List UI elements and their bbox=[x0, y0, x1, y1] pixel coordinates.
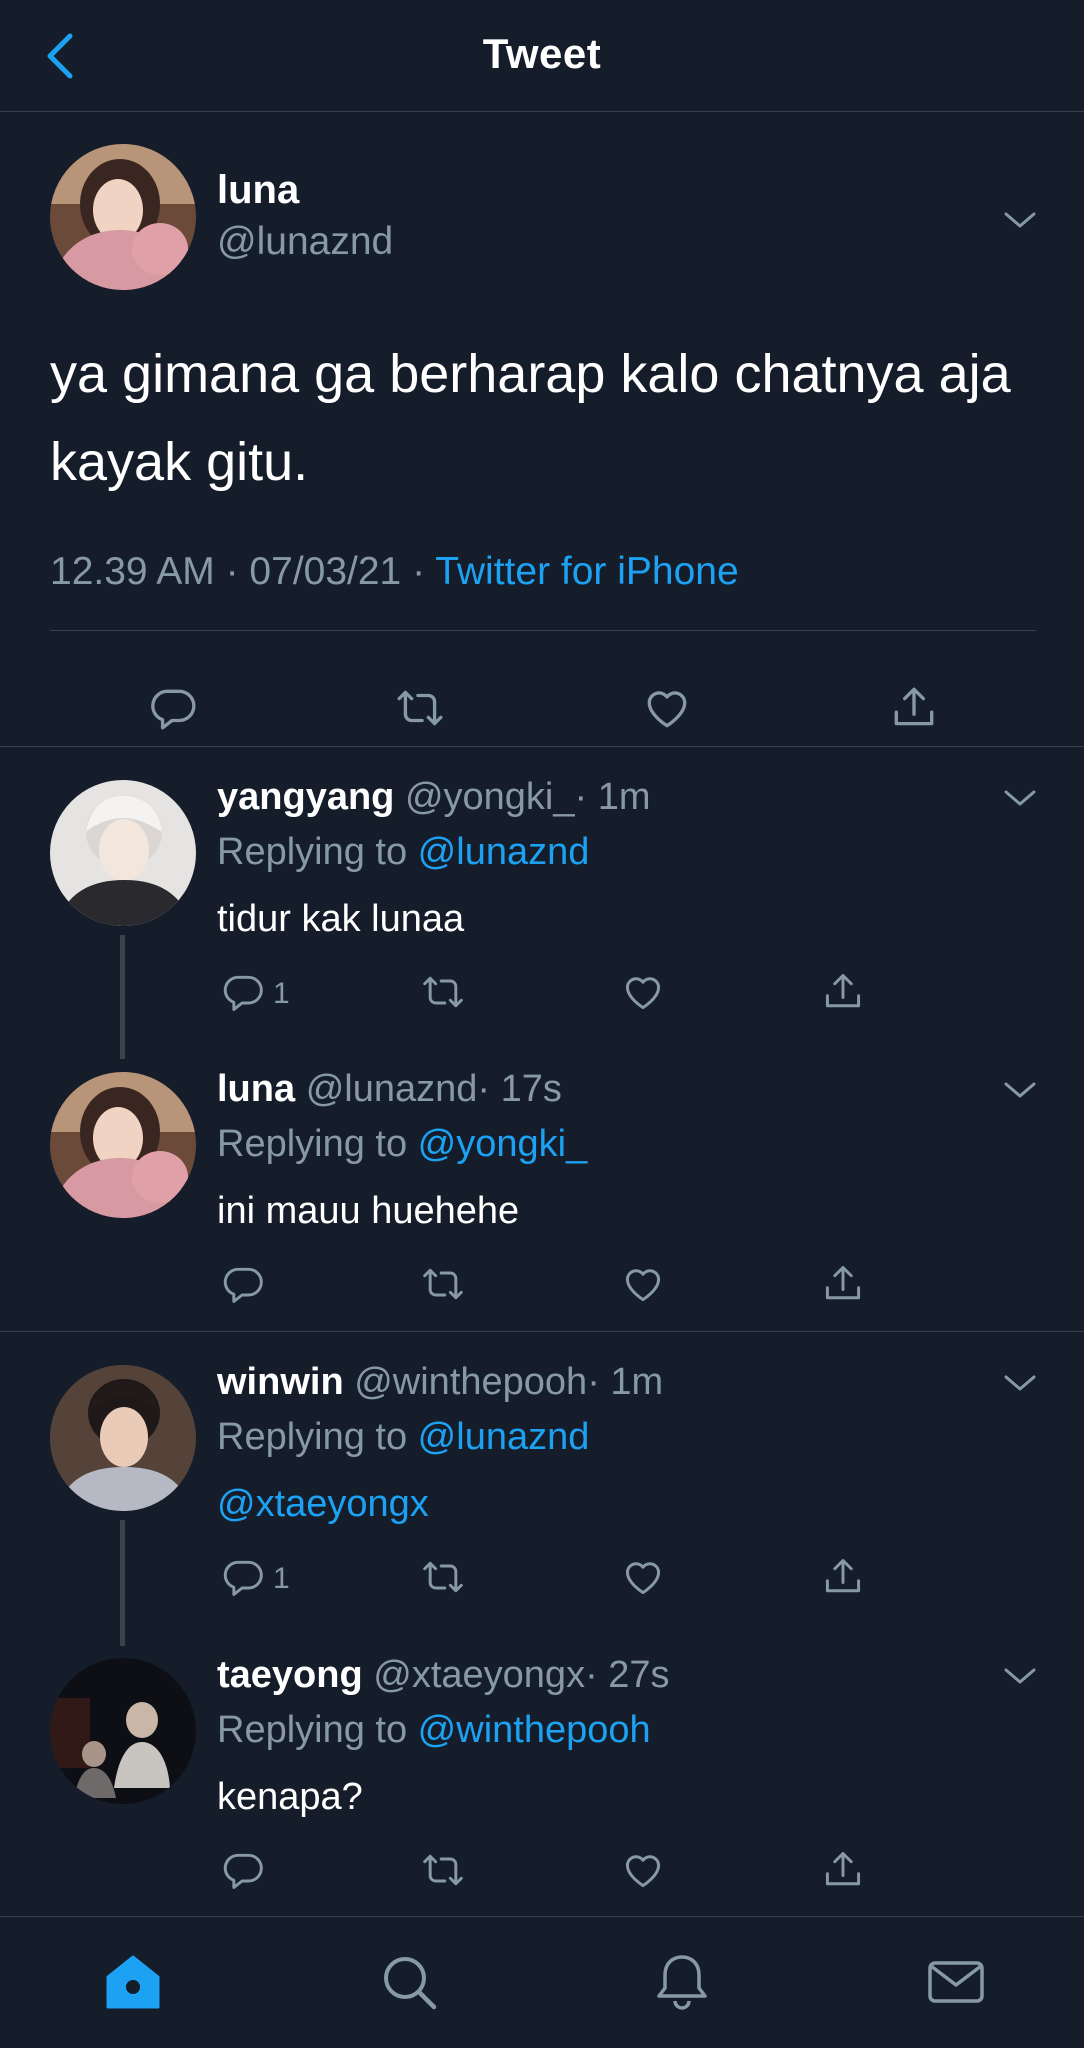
avatar-image bbox=[50, 144, 196, 290]
avatar-image bbox=[50, 1365, 196, 1511]
top-navigation-bar: Tweet bbox=[0, 0, 1084, 112]
retweet-icon[interactable] bbox=[421, 1262, 465, 1306]
chevron-down-icon[interactable] bbox=[1002, 1371, 1038, 1395]
reply-icon[interactable] bbox=[221, 1262, 265, 1306]
reply-author-name[interactable]: yangyang bbox=[217, 776, 394, 818]
replying-to-label: Replying to bbox=[217, 831, 418, 873]
retweet-icon[interactable] bbox=[421, 1555, 465, 1599]
reply-time: · 17s bbox=[477, 1068, 562, 1110]
reply-text: kenapa? bbox=[217, 1776, 363, 1818]
replying-to-mention[interactable]: @yongki_ bbox=[418, 1123, 588, 1165]
avatar[interactable] bbox=[50, 1658, 196, 1804]
replying-to-mention[interactable]: @lunaznd bbox=[418, 831, 590, 873]
bell-icon[interactable] bbox=[651, 1951, 713, 2013]
replying-to: Replying to @winthepooh bbox=[217, 1709, 651, 1752]
share-icon[interactable] bbox=[821, 1848, 865, 1892]
bottom-tab-bar bbox=[0, 1916, 1084, 2048]
reply-author-name[interactable]: luna bbox=[217, 1068, 295, 1110]
reply-header: luna @lunaznd· 17s bbox=[217, 1068, 562, 1111]
like-icon[interactable] bbox=[621, 1848, 665, 1892]
replying-to: Replying to @lunaznd bbox=[217, 831, 589, 874]
reply-author-handle[interactable]: @yongki_ bbox=[405, 776, 575, 818]
thread-connector-line bbox=[120, 1520, 125, 1646]
avatar[interactable] bbox=[50, 144, 196, 290]
author-handle[interactable]: @lunaznd bbox=[217, 220, 393, 264]
replying-to-label: Replying to bbox=[217, 1709, 418, 1751]
reply-text: tidur kak lunaa bbox=[217, 898, 465, 940]
reply-time: · 1m bbox=[574, 776, 651, 818]
share-icon[interactable] bbox=[821, 1555, 865, 1599]
main-tweet[interactable]: luna @lunaznd ya gimana ga berharap kalo… bbox=[0, 112, 1084, 747]
tweet-meta: 12.39 AM · 07/03/21 · Twitter for iPhone bbox=[50, 550, 739, 594]
reply-count: 1 bbox=[273, 977, 290, 1010]
reply-icon[interactable] bbox=[221, 1555, 265, 1599]
author-name[interactable]: luna bbox=[217, 168, 299, 213]
reply-time: · 1m bbox=[587, 1361, 664, 1403]
like-icon[interactable] bbox=[621, 970, 665, 1014]
reply-header: yangyang @yongki_· 1m bbox=[217, 776, 651, 819]
replying-to: Replying to @lunaznd bbox=[217, 1416, 589, 1459]
reply-author-handle[interactable]: @winthepooh bbox=[354, 1361, 587, 1403]
tweet-text: ya gimana ga berharap kalo chatnya aja k… bbox=[50, 344, 1011, 492]
page-title: Tweet bbox=[482, 30, 602, 77]
reply-author-handle[interactable]: @xtaeyongx bbox=[373, 1654, 585, 1696]
avatar-image bbox=[50, 1658, 196, 1804]
avatar-image bbox=[50, 1072, 196, 1218]
like-icon[interactable] bbox=[621, 1262, 665, 1306]
reply-header: winwin @winthepooh· 1m bbox=[217, 1361, 663, 1404]
reply-author-handle[interactable]: @lunaznd bbox=[306, 1068, 478, 1110]
reply-count: 1 bbox=[273, 1562, 290, 1595]
chevron-down-icon[interactable] bbox=[1002, 208, 1038, 232]
tweet-source-link[interactable]: Twitter for iPhone bbox=[435, 550, 738, 593]
reply-icon[interactable] bbox=[148, 683, 198, 733]
like-icon[interactable] bbox=[642, 683, 692, 733]
tweet-timestamp: 12.39 AM · 07/03/21 · bbox=[50, 550, 436, 593]
chevron-down-icon[interactable] bbox=[1002, 1664, 1038, 1688]
like-icon[interactable] bbox=[621, 1555, 665, 1599]
share-icon[interactable] bbox=[889, 683, 939, 733]
replying-to: Replying to @yongki_ bbox=[217, 1123, 587, 1166]
home-icon[interactable] bbox=[102, 1951, 164, 2013]
divider bbox=[50, 630, 1036, 631]
replying-to-mention[interactable]: @winthepooh bbox=[418, 1709, 651, 1751]
search-icon[interactable] bbox=[378, 1951, 440, 2013]
reply-text: ini mauu huehehe bbox=[217, 1190, 520, 1232]
avatar[interactable] bbox=[50, 1365, 196, 1511]
avatar-image bbox=[50, 780, 196, 926]
reply-header: taeyong @xtaeyongx· 27s bbox=[217, 1654, 670, 1697]
replying-to-mention[interactable]: @lunaznd bbox=[418, 1416, 590, 1458]
reply-mention-link[interactable]: @xtaeyongx bbox=[217, 1483, 429, 1526]
chevron-down-icon[interactable] bbox=[1002, 786, 1038, 810]
divider bbox=[0, 1331, 1084, 1332]
reply-author-name[interactable]: winwin bbox=[217, 1361, 344, 1403]
reply-author-name[interactable]: taeyong bbox=[217, 1654, 363, 1696]
retweet-icon[interactable] bbox=[395, 683, 445, 733]
chevron-down-icon[interactable] bbox=[1002, 1078, 1038, 1102]
avatar[interactable] bbox=[50, 780, 196, 926]
thread-connector-line bbox=[120, 935, 125, 1059]
replying-to-label: Replying to bbox=[217, 1123, 418, 1165]
reply-icon[interactable] bbox=[221, 970, 265, 1014]
retweet-icon[interactable] bbox=[421, 970, 465, 1014]
retweet-icon[interactable] bbox=[421, 1848, 465, 1892]
reply-time: · 27s bbox=[585, 1654, 670, 1696]
mail-icon[interactable] bbox=[925, 1951, 987, 2013]
replying-to-label: Replying to bbox=[217, 1416, 418, 1458]
reply-icon[interactable] bbox=[221, 1848, 265, 1892]
avatar[interactable] bbox=[50, 1072, 196, 1218]
share-icon[interactable] bbox=[821, 970, 865, 1014]
share-icon[interactable] bbox=[821, 1262, 865, 1306]
tweet-detail-screen: Tweet luna @lunaznd ya gimana ga berhara… bbox=[0, 0, 1084, 2048]
